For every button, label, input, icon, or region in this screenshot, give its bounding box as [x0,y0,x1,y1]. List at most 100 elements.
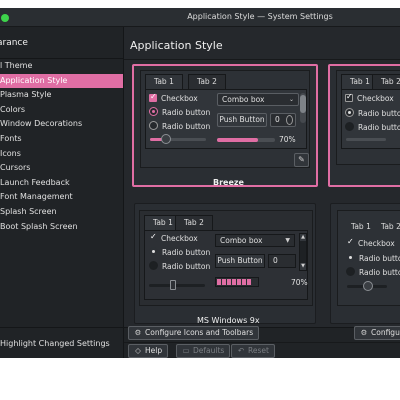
theme-preview: Tab 1 Tab 2 ✓Checkbox Radio button Radio… [139,210,313,306]
progress-segment [222,279,226,285]
radio-label: Radio button [162,262,211,271]
configure-label: Configu [371,328,400,337]
sidebar-item-launch-feedback[interactable]: Launch Feedback [0,176,123,191]
theme-name-ms-windows-9x: MS Windows 9x [197,316,260,325]
preview-tab-2: Tab 2 [372,219,400,234]
page-title: Application Style [130,39,223,52]
preview-pane: ✓ Checkbox Radio button Radio button Comb… [144,230,308,300]
checkbox-checked-icon: ✓ [346,237,354,247]
content-area: Application Style Tab 1 Tab 2 ✓ Checkbox … [124,27,400,327]
sidebar-item-plasma-style[interactable]: Plasma Style [0,88,123,103]
divider [124,342,400,343]
checkbox-label: Checkbox [357,94,394,103]
progress-segment [227,279,231,285]
checkbox-checked-icon: ✓ [149,92,157,102]
progress-percent: 70% [291,278,308,287]
sidebar-item-application-style[interactable]: Application Style [0,73,123,89]
reset-button[interactable]: ↶ Reset [231,344,275,358]
progress-segment [217,279,221,285]
preview-tab-2: Tab 2 [372,74,400,89]
edit-icon[interactable]: ✎ [294,153,309,167]
preview-checkbox: ✓ Checkbox [149,92,198,103]
sidebar: arance l Theme Application Style Plasma … [0,27,124,327]
sidebar-item-cursors[interactable]: Cursors [0,161,123,176]
preview-scrollbar [300,93,306,123]
checkbox-label: Checkbox [161,234,198,243]
progress-segment [237,279,241,285]
preview-progress [215,277,259,287]
defaults-icon: ▭ [182,346,190,355]
theme-name-breeze: Breeze [213,178,244,187]
theme-preview: Tab 1 Tab 2 ✓Checkbox Radio button Radio… [140,70,310,168]
configure-icons-toolbars-button[interactable]: ⚙ Configure Icons and Toolbars [128,326,260,340]
sidebar-item-fonts[interactable]: Fonts [0,132,123,147]
spin-value: 0 [275,115,280,124]
gear-icon: ⚙ [134,328,142,337]
preview-radio: Radio button [346,267,400,277]
preview-checkbox: ✓ Checkbox [346,237,395,248]
sidebar-item-splash-screen[interactable]: Splash Screen [0,205,123,220]
help-button[interactable]: ◇ Help [128,344,169,358]
scrollbar-thumb [300,95,306,113]
preview-spin-box: 0 [268,254,296,268]
radio-selected-icon [149,107,158,116]
triangle-down-icon: ▼ [285,237,290,244]
progress-fill [217,138,258,142]
theme-tile-2[interactable]: Tab 1 Tab 2 ✓Checkbox Radio button Radio… [328,64,400,187]
slider-knob [161,134,171,144]
checkbox-checked-icon: ✓ [345,92,353,102]
defaults-button[interactable]: ▭ Defaults [176,344,231,358]
help-icon: ◇ [135,346,141,355]
preview-radio-selected: Radio button [149,247,210,257]
sidebar-item-icons[interactable]: Icons [0,147,123,162]
preview-scrollbar: ▲ ▼ [299,233,307,271]
sidebar-item-boot-splash-screen[interactable]: Boot Splash Screen [0,220,123,235]
combo-label: Combo box [220,236,263,245]
preview-radio: Radio button [149,261,210,271]
preview-radio-selected: Radio button [346,253,400,263]
preview-push-button: Push Button [217,113,267,127]
radio-label: Radio button [359,254,400,263]
preview-radio: Radio button [345,122,400,132]
radio-label: Radio button [358,123,400,132]
slider-knob [363,281,373,291]
radio-icon [149,261,158,270]
sidebar-item-window-decorations[interactable]: Window Decorations [0,117,123,132]
spin-arrows-icon [286,115,293,125]
scroll-down-icon: ▼ [300,263,306,270]
checkbox-label: Checkbox [161,94,198,103]
preview-tab-2: Tab 2 [175,215,213,230]
preview-combo-box: Combo box ⌄ [217,93,299,106]
undo-icon: ↶ [237,346,245,355]
preview-pane: ✓ Checkbox Radio button Radio button Comb… [145,89,307,149]
radio-selected-icon [346,253,355,262]
checkbox-label: Checkbox [358,239,395,248]
theme-tile-4[interactable]: Tab 1 Tab 2 ✓Checkbox Radio button Radio… [330,203,400,324]
divider [124,59,400,60]
sidebar-header: arance [0,27,123,59]
sidebar-footer: Highlight Changed Settings [0,327,124,358]
preview-radio: Radio button [149,121,210,131]
sidebar-item-font-management[interactable]: Font Management [0,190,123,205]
preview-radio-selected: Radio button [149,107,210,117]
theme-preview: Tab 1 Tab 2 ✓Checkbox Radio button Radio… [337,210,400,306]
preview-progress [217,138,275,142]
configure-icons-label: Configure Icons and Toolbars [145,328,254,337]
sidebar-item-colors[interactable]: Colors [0,103,123,118]
help-label: Help [145,346,163,355]
preview-tab-2: Tab 2 [188,74,226,89]
preview-combo-box: Combo box ▼ [215,234,295,247]
radio-selected-icon [345,108,354,117]
highlight-changed-settings-button[interactable]: Highlight Changed Settings [0,339,110,348]
theme-tile-ms-windows-9x[interactable]: Tab 1 Tab 2 ✓ Checkbox Radio button Radio… [134,203,316,325]
preview-slider [149,284,205,287]
preview-pane: ✓ Checkbox Radio button Radio button [341,89,400,149]
theme-tile-breeze[interactable]: Tab 1 Tab 2 ✓ Checkbox Radio button Radio… [132,64,318,187]
sidebar-item-global-theme[interactable]: l Theme [0,59,123,74]
scroll-up-icon: ▲ [300,234,306,241]
preview-slider [346,138,386,141]
configure-button[interactable]: ⚙ Configu [354,326,400,340]
chevron-down-icon: ⌄ [288,96,294,103]
defaults-label: Defaults [193,346,225,355]
radio-label: Radio button [162,122,211,131]
